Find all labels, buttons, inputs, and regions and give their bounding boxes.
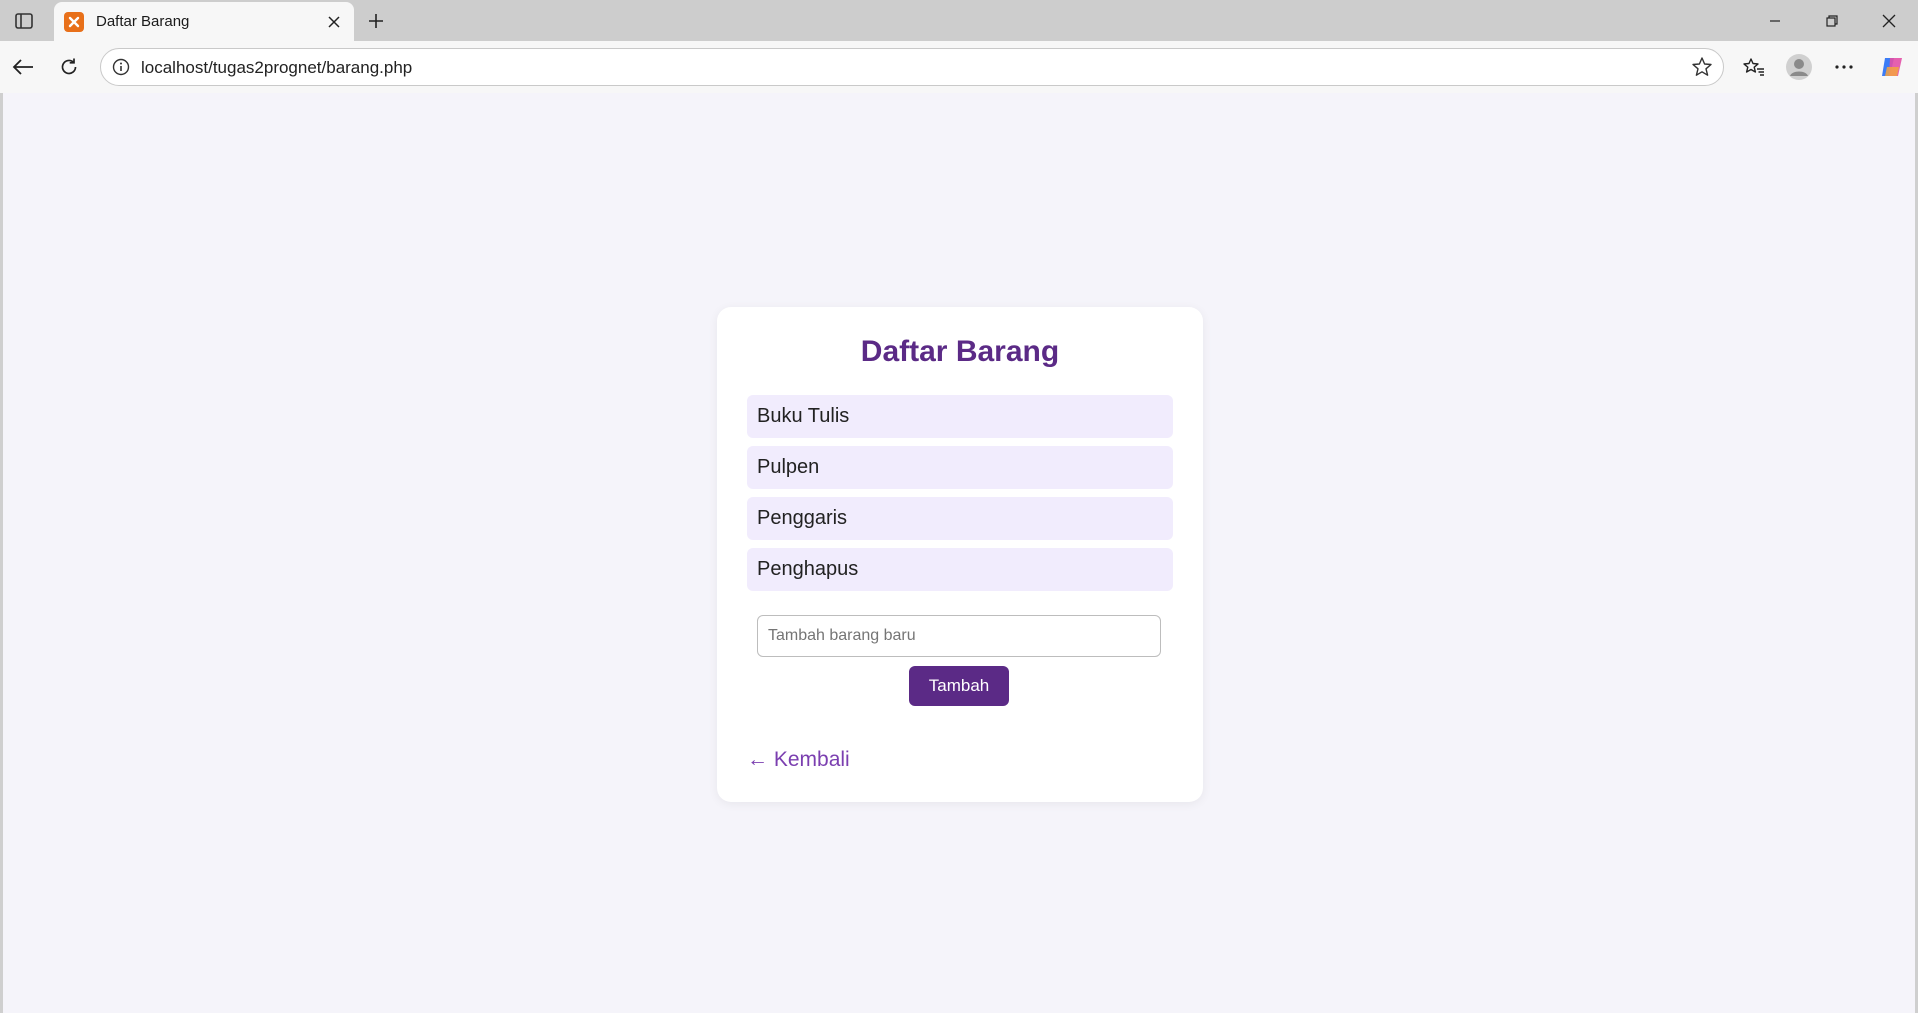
list-item: Buku Tulis [747,395,1173,438]
list-item: Penggaris [747,497,1173,540]
more-icon [1835,65,1853,69]
item-list-card: Daftar Barang Buku Tulis Pulpen Penggari… [717,307,1203,802]
star-icon[interactable] [1691,56,1713,78]
tab-actions-button[interactable] [8,8,40,34]
list-item: Penghapus [747,548,1173,591]
profile-button[interactable] [1783,51,1815,83]
tab-strip: Daftar Barang [0,0,1918,41]
back-button[interactable] [7,51,39,83]
close-icon [1882,14,1896,28]
plus-icon [369,14,383,28]
minimize-button[interactable] [1752,5,1798,37]
copilot-button[interactable] [1876,51,1908,83]
url-text[interactable]: localhost/tugas2prognet/barang.php [141,58,412,78]
window-close-button[interactable] [1866,5,1912,37]
tab-close-button[interactable] [322,10,346,34]
favorites-button[interactable] [1738,51,1770,83]
add-item-button[interactable]: Tambah [909,666,1009,706]
tab-actions-icon [15,13,33,29]
item-list: Buku Tulis Pulpen Penggaris Penghapus [747,395,1173,599]
back-arrow-icon [12,59,33,75]
copilot-icon [1882,58,1902,76]
favorites-icon [1743,58,1764,76]
active-tab[interactable]: Daftar Barang [54,2,354,41]
address-bar[interactable]: localhost/tugas2prognet/barang.php [100,48,1724,86]
xampp-icon [64,11,84,32]
close-icon [328,15,340,28]
page-title: Daftar Barang [860,335,1060,368]
restore-button[interactable] [1809,5,1855,37]
tab-title: Daftar Barang [96,13,190,30]
new-tab-button[interactable] [362,8,390,34]
back-link[interactable]: ← Kembali [747,748,850,772]
reload-button[interactable] [53,51,85,83]
list-item: Pulpen [747,446,1173,489]
page-viewport: Daftar Barang Buku Tulis Pulpen Penggari… [3,93,1915,1013]
more-button[interactable] [1828,51,1860,83]
new-item-input[interactable] [757,615,1161,657]
minimize-icon [1770,20,1780,22]
reload-icon [61,58,77,75]
browser-toolbar: localhost/tugas2prognet/barang.php [0,41,1918,93]
info-icon[interactable] [112,58,130,76]
restore-icon [1826,15,1838,27]
profile-icon [1786,54,1812,80]
